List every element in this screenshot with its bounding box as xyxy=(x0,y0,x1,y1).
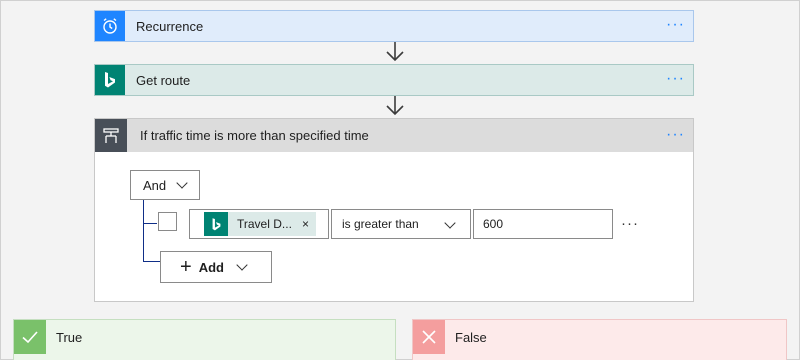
chevron-down-icon xyxy=(444,217,456,229)
comparison-operator-dropdown[interactable]: is greater than xyxy=(331,209,471,239)
alarm-clock-icon xyxy=(95,11,125,41)
tree-connector-branch xyxy=(143,261,160,262)
true-branch-title: True xyxy=(56,329,83,345)
tree-connector-line xyxy=(143,200,144,262)
condition-value-text: 600 xyxy=(483,217,504,231)
false-branch-card[interactable]: False xyxy=(412,319,787,360)
true-branch-card[interactable]: True xyxy=(13,319,396,360)
get-route-step-header[interactable]: Get route ··· xyxy=(95,65,693,95)
recurrence-more-button[interactable]: ··· xyxy=(666,17,685,33)
recurrence-step-card[interactable]: Recurrence ··· xyxy=(94,10,694,42)
recurrence-step-header[interactable]: Recurrence ··· xyxy=(95,11,693,41)
plus-icon: + xyxy=(180,256,192,278)
condition-value-input[interactable]: 600 xyxy=(473,209,613,239)
bing-icon xyxy=(204,212,228,236)
close-x-icon xyxy=(413,320,445,354)
connector-arrow-down-icon xyxy=(386,42,404,62)
comparison-operator-label: is greater than xyxy=(342,217,419,231)
condition-step-header[interactable]: If traffic time is more than specified t… xyxy=(95,119,693,152)
condition-left-operand-field[interactable]: Travel D... × xyxy=(189,209,329,239)
add-condition-button[interactable]: + Add xyxy=(160,251,272,283)
get-route-more-button[interactable]: ··· xyxy=(666,71,685,87)
bing-icon xyxy=(95,65,125,95)
token-label: Travel D... xyxy=(237,217,292,231)
token-remove-icon[interactable]: × xyxy=(302,217,309,231)
false-branch-header[interactable]: False xyxy=(413,320,786,354)
condition-step-title: If traffic time is more than specified t… xyxy=(140,128,369,143)
condition-step-card: If traffic time is more than specified t… xyxy=(94,118,694,302)
get-route-step-title: Get route xyxy=(136,72,191,88)
true-branch-header[interactable]: True xyxy=(14,320,395,354)
dynamic-content-token[interactable]: Travel D... × xyxy=(204,212,316,236)
add-button-label: Add xyxy=(198,259,224,275)
recurrence-step-title: Recurrence xyxy=(136,18,204,34)
condition-row-checkbox[interactable] xyxy=(158,212,177,231)
condition-row-more-button[interactable]: ··· xyxy=(621,215,639,232)
chevron-down-icon xyxy=(176,177,188,189)
connector-arrow-down-icon xyxy=(386,96,404,116)
group-operator-dropdown[interactable]: And xyxy=(130,170,200,200)
condition-icon xyxy=(95,119,127,152)
condition-more-button[interactable]: ··· xyxy=(666,127,685,143)
chevron-down-icon xyxy=(236,259,248,271)
get-route-step-card[interactable]: Get route ··· xyxy=(94,64,694,96)
group-operator-label: And xyxy=(143,177,167,193)
checkmark-icon xyxy=(14,320,46,354)
tree-connector-branch xyxy=(143,223,157,224)
false-branch-title: False xyxy=(455,329,487,345)
